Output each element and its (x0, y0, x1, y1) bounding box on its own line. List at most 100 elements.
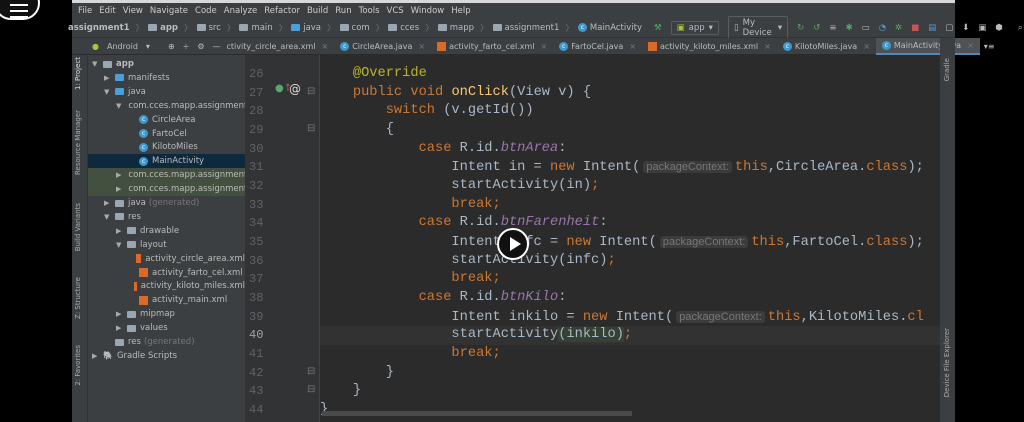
tree-item[interactable]: ▶ drawable (88, 224, 245, 238)
tool-window-resource-manager[interactable]: Resource Manager (74, 110, 82, 175)
chevron-down-icon[interactable]: ▼ (116, 241, 124, 249)
search-icon[interactable]: ⌕ (1018, 23, 1023, 33)
code-line[interactable]: public void onClick(View v) { (320, 84, 940, 103)
close-icon[interactable]: × (967, 41, 974, 50)
tree-item[interactable]: ▼ layout (88, 238, 245, 252)
hide-icon[interactable]: — (213, 42, 221, 51)
chevron-right-icon[interactable]: ▶ (92, 352, 100, 360)
code-line[interactable]: startActivity(inkilo); (320, 326, 940, 346)
collapse-icon[interactable]: ÷ (183, 42, 190, 51)
device-manager-icon[interactable]: ⬢ (995, 23, 1002, 33)
video-menu-button[interactable] (0, 0, 40, 20)
apply-code-changes-icon[interactable]: ↺ (813, 23, 820, 33)
attach-debugger-icon[interactable]: ✲ (895, 23, 902, 33)
apply-changes-icon[interactable]: ↻ (797, 23, 804, 33)
tab-circlearea-java[interactable]: c CircleArea.java × (334, 38, 431, 55)
close-icon[interactable]: × (540, 42, 547, 51)
fold-marker-icon[interactable]: ⊟ (307, 123, 315, 134)
code-line[interactable]: startActivity(infc); (320, 252, 940, 271)
chevron-right-icon[interactable]: ▶ (116, 310, 124, 318)
menu-navigate[interactable]: Navigate (150, 6, 188, 16)
chevron-right-icon[interactable]: ▶ (116, 171, 121, 179)
tool-window-device-file-explorer[interactable]: Device File Explorer (943, 328, 951, 397)
menu-run[interactable]: Run (335, 6, 351, 16)
tab-fartocel-java[interactable]: c FartoCel.java × (553, 38, 642, 55)
code-line[interactable]: Intent inkilo = new Intent(packageContex… (320, 308, 940, 327)
annotation-icon[interactable]: @ (289, 82, 301, 96)
code-line[interactable]: break; (320, 196, 940, 215)
chevron-right-icon[interactable]: ▶ (104, 199, 112, 207)
tree-item[interactable]: ▶ manifests (88, 71, 245, 85)
stop-icon[interactable]: ■ (911, 23, 919, 33)
breadcrumb-item[interactable]: src 〉 (196, 22, 235, 34)
menu-vcs[interactable]: VCS (387, 6, 404, 16)
tab-kilotomiles-java[interactable]: c KilotoMiles.java × (777, 38, 876, 55)
code-line[interactable]: } (320, 382, 940, 401)
tree-item[interactable]: activity_circle_area.xml (88, 252, 245, 266)
avd-manager-icon[interactable]: ▢ (945, 23, 953, 33)
chevron-right-icon[interactable]: ▶ (116, 227, 124, 235)
chevron-right-icon[interactable]: ▶ (116, 324, 124, 332)
menu-edit[interactable]: Edit (99, 6, 115, 16)
build-hammer-icon[interactable]: ⚒ (654, 23, 662, 33)
tab-activity_farto_cel-xml[interactable]: activity_farto_cel.xml × (431, 38, 553, 55)
breadcrumb-item[interactable]: main 〉 (239, 22, 287, 34)
sdk-manager-icon[interactable]: ⬇ (962, 23, 969, 33)
menu-code[interactable]: Code (195, 6, 217, 16)
breadcrumb-item[interactable]: c MainActivity (577, 22, 642, 34)
close-icon[interactable]: × (764, 42, 771, 51)
menu-refactor[interactable]: Refactor (264, 6, 300, 16)
code-editor[interactable]: @Override public void onClick(View v) { … (320, 55, 940, 422)
profiler-icon[interactable]: ◔ (879, 23, 886, 33)
tree-item[interactable]: ▼ res (88, 210, 245, 224)
debug-icon[interactable]: ✱ (845, 23, 852, 33)
code-line[interactable]: Intent in = new Intent(packageContext: th… (320, 158, 940, 177)
tree-item[interactable]: ▼ java (88, 85, 245, 99)
chevron-right-icon[interactable]: ▶ (116, 185, 121, 193)
tree-item[interactable]: ▼ com.cces.mapp.assignment1 (88, 99, 253, 113)
chevron-down-icon[interactable]: ▾ (146, 42, 150, 51)
chevron-right-icon[interactable]: ▶ (104, 74, 112, 82)
device-dropdown[interactable]: ▯ My Device ▾ (727, 15, 789, 40)
project-view-selector[interactable]: Android (107, 42, 138, 51)
tab-activity_kiloto_miles-xml[interactable]: activity_kiloto_miles.xml × (642, 38, 777, 55)
chevron-down-icon[interactable]: ▼ (116, 102, 121, 110)
locate-icon[interactable]: ⊕ (168, 42, 175, 51)
close-icon[interactable]: × (629, 42, 636, 51)
fold-marker-icon[interactable]: ⊟ (307, 384, 315, 395)
tree-item[interactable]: ▶ com.cces.mapp.assignment1 (88, 168, 253, 183)
tree-item[interactable]: ▶ java (generated) (88, 196, 245, 210)
chevron-down-icon[interactable]: ▼ (104, 213, 112, 221)
tree-item[interactable]: c CircleArea (88, 113, 245, 127)
menu-tools[interactable]: Tools (359, 6, 380, 16)
tree-item[interactable]: ▶ com.cces.mapp.assignment1 (88, 182, 253, 197)
sync-project-icon[interactable]: ▤ (928, 23, 936, 33)
fold-marker-icon[interactable]: ⊟ (307, 366, 315, 377)
horizontal-scrollbar[interactable] (320, 411, 940, 416)
attach-icon[interactable]: ▭ (862, 23, 870, 33)
close-icon[interactable]: × (322, 42, 329, 51)
tree-item[interactable]: activity_main.xml (88, 293, 245, 307)
tool-window-structure[interactable]: Z: Structure (74, 277, 82, 319)
tree-item[interactable]: ▶ 🐘 Gradle Scripts (88, 349, 245, 363)
code-line[interactable]: case R.id.btnFarenheit: (320, 214, 940, 233)
breadcrumb-item[interactable]: app 〉 (148, 22, 193, 34)
code-line[interactable]: break; (320, 270, 940, 289)
menu-analyze[interactable]: Analyze (224, 6, 258, 16)
tool-window-build-variants[interactable]: Build Variants (74, 203, 82, 251)
code-line[interactable]: break; (320, 345, 940, 364)
tree-item[interactable]: activity_kiloto_miles.xml (88, 279, 245, 293)
close-icon[interactable]: × (418, 42, 425, 51)
run-config-dropdown[interactable]: ▣ app ▾ (670, 20, 719, 35)
chevron-down-icon[interactable]: ▼ (104, 88, 112, 96)
close-icon[interactable]: × (863, 42, 870, 51)
tree-item[interactable]: c FartoCel (88, 127, 245, 141)
menu-view[interactable]: View (123, 6, 143, 16)
breadcrumb-item[interactable]: mapp 〉 (437, 22, 489, 34)
tab-mainactivity-java[interactable]: c MainActivity.java × (875, 37, 980, 55)
tree-item[interactable]: c MainActivity (88, 154, 245, 169)
menu-build[interactable]: Build (307, 6, 328, 16)
code-line[interactable]: { (320, 121, 940, 140)
tab-overflow-icon[interactable]: ▾≡ (984, 42, 995, 51)
code-line[interactable]: @Override (320, 65, 940, 84)
